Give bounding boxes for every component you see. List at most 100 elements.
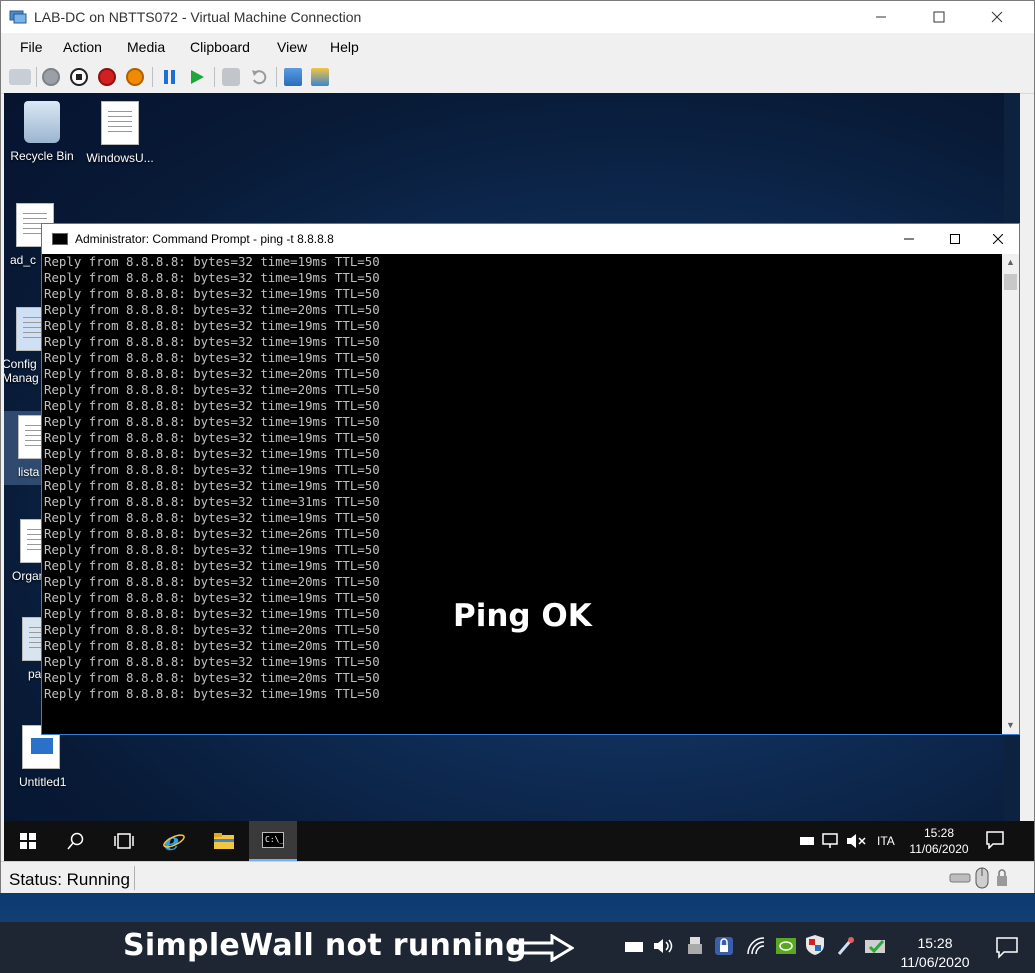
notification-icon (986, 831, 1004, 850)
wifi-icon[interactable] (746, 936, 766, 956)
minimize-button[interactable] (852, 1, 910, 33)
revert-icon[interactable] (250, 68, 268, 86)
defender-shield-icon[interactable] (805, 934, 825, 956)
minimize-icon (904, 238, 914, 240)
pause-icon[interactable] (161, 68, 179, 86)
keyboard-icon (949, 873, 971, 883)
cmd-maximize-button[interactable] (932, 224, 978, 254)
desktop-icon-recycle-bin[interactable]: Recycle Bin (4, 101, 80, 163)
start-button[interactable] (4, 821, 52, 861)
ping-reply-line: Reply from 8.8.8.8: bytes=32 time=19ms T… (44, 558, 380, 573)
cmd-close-button[interactable] (975, 224, 1020, 254)
ctrl-alt-del-icon[interactable] (9, 69, 31, 85)
ping-reply-line: Reply from 8.8.8.8: bytes=32 time=19ms T… (44, 350, 380, 365)
security-lock-icon[interactable] (714, 936, 734, 956)
desktop-icon-pa[interactable]: pa (14, 617, 60, 681)
scroll-thumb[interactable] (1004, 274, 1017, 290)
cmd-icon (52, 233, 68, 245)
toolbar-separator (36, 67, 37, 87)
enhanced-session-icon[interactable] (284, 68, 302, 86)
vm-titlebar[interactable]: LAB-DC on NBTTS072 - Virtual Machine Con… (1, 1, 1034, 33)
revert-glyph (252, 70, 267, 85)
search-icon (67, 832, 84, 850)
ping-reply-line: Reply from 8.8.8.8: bytes=32 time=31ms T… (44, 494, 380, 509)
ping-reply-line: Reply from 8.8.8.8: bytes=32 time=19ms T… (44, 430, 380, 445)
cmd-titlebar[interactable]: Administrator: Command Prompt - ping -t … (42, 224, 1019, 254)
desktop-icon-config-manager[interactable]: Config Manag (4, 307, 54, 385)
menu-action[interactable]: Action (63, 39, 102, 55)
ping-reply-line: Reply from 8.8.8.8: bytes=32 time=19ms T… (44, 686, 380, 701)
menu-clipboard[interactable]: Clipboard (190, 39, 250, 55)
cmd-scrollbar[interactable]: ▲ ▼ (1002, 254, 1019, 734)
vm-menubar: File Action Media Clipboard View Help (1, 33, 1034, 61)
start-icon[interactable] (42, 68, 60, 86)
ping-reply-line: Reply from 8.8.8.8: bytes=32 time=19ms T… (44, 254, 380, 269)
play-glyph (191, 70, 204, 84)
host-desktop-strip (0, 893, 1035, 922)
internet-explorer-button[interactable]: e (150, 821, 198, 861)
ping-reply-line: Reply from 8.8.8.8: bytes=32 time=19ms T… (44, 270, 380, 285)
desktop-icon-label: Recycle Bin (10, 149, 74, 163)
cmd-window-title: Administrator: Command Prompt - ping -t … (75, 232, 334, 246)
cmd-output[interactable]: Reply from 8.8.8.8: bytes=32 time=19ms T… (44, 254, 1002, 734)
maximize-icon (933, 11, 945, 23)
command-prompt-taskbar-button[interactable]: C:\_ (249, 821, 297, 861)
device-icon (800, 837, 814, 845)
cmd-minimize-button[interactable] (886, 224, 932, 254)
host-speaker-icon[interactable] (653, 937, 675, 955)
monitor-network-icon (822, 833, 838, 848)
save-state-icon[interactable] (126, 68, 144, 86)
vm-toolbar (1, 61, 1034, 94)
desktop-icon-organ[interactable]: Organ (4, 519, 58, 583)
vm-status-text: Status: Running (9, 870, 130, 889)
host-notification-icon[interactable] (996, 937, 1018, 959)
ping-reply-line: Reply from 8.8.8.8: bytes=32 time=19ms T… (44, 318, 380, 333)
bluetooth-network-icon[interactable] (836, 935, 856, 957)
close-icon (991, 11, 1003, 23)
ping-reply-line: Reply from 8.8.8.8: bytes=32 time=19ms T… (44, 478, 380, 493)
vm-connection-icon (9, 10, 27, 24)
ping-reply-line: Reply from 8.8.8.8: bytes=32 time=19ms T… (44, 414, 380, 429)
task-view-button[interactable] (100, 821, 148, 861)
guest-taskbar: e C:\_ ITA 15:28 11/06/2020 (4, 821, 1034, 861)
menu-file[interactable]: File (20, 39, 43, 55)
desktop-icon-label: Config Manag (4, 357, 39, 385)
close-icon (993, 234, 1003, 244)
lock-icon (997, 869, 1007, 886)
turn-off-icon[interactable] (70, 68, 88, 86)
checkpoint-icon[interactable] (222, 68, 240, 86)
toolbar-separator (152, 67, 153, 87)
ping-reply-line: Reply from 8.8.8.8: bytes=32 time=19ms T… (44, 446, 380, 461)
vm-window-title: LAB-DC on NBTTS072 - Virtual Machine Con… (34, 9, 362, 25)
usb-drive-icon[interactable] (687, 936, 703, 956)
ping-ok-annotation: Ping OK (453, 598, 592, 634)
host-check-icon[interactable] (864, 937, 888, 955)
maximize-icon (950, 234, 960, 244)
host-device-icon[interactable] (624, 940, 644, 954)
command-prompt-window: Administrator: Command Prompt - ping -t … (41, 223, 1020, 735)
ping-reply-line: Reply from 8.8.8.8: bytes=32 time=19ms T… (44, 398, 380, 413)
scroll-up-arrow-icon[interactable]: ▲ (1002, 254, 1019, 271)
ping-reply-line: Reply from 8.8.8.8: bytes=32 time=19ms T… (44, 510, 380, 525)
file-explorer-button[interactable] (200, 821, 248, 861)
simplewall-annotation: SimpleWall not running (123, 928, 527, 963)
minimize-icon (876, 16, 886, 18)
guest-clock[interactable]: 15:28 11/06/2020 (904, 825, 974, 865)
menu-help[interactable]: Help (330, 39, 359, 55)
nvidia-icon[interactable] (775, 936, 797, 956)
svg-text:C:\_: C:\_ (265, 835, 284, 844)
host-clock[interactable]: 15:28 11/06/2020 (892, 934, 978, 972)
menu-media[interactable]: Media (127, 39, 165, 55)
share-icon[interactable] (311, 68, 329, 86)
menu-view[interactable]: View (277, 39, 307, 55)
maximize-button[interactable] (910, 1, 968, 33)
ping-reply-line: Reply from 8.8.8.8: bytes=32 time=19ms T… (44, 542, 380, 557)
ping-reply-line: Reply from 8.8.8.8: bytes=32 time=20ms T… (44, 382, 380, 397)
resume-icon[interactable] (188, 68, 206, 86)
desktop-icon-windowsu[interactable]: WindowsU... (82, 101, 158, 165)
shutdown-icon[interactable] (98, 68, 116, 86)
search-button[interactable] (52, 821, 100, 861)
close-button[interactable] (968, 1, 1026, 33)
scroll-down-arrow-icon[interactable]: ▼ (1002, 717, 1019, 734)
vm-statusbar: Status: Running (1, 861, 1034, 894)
